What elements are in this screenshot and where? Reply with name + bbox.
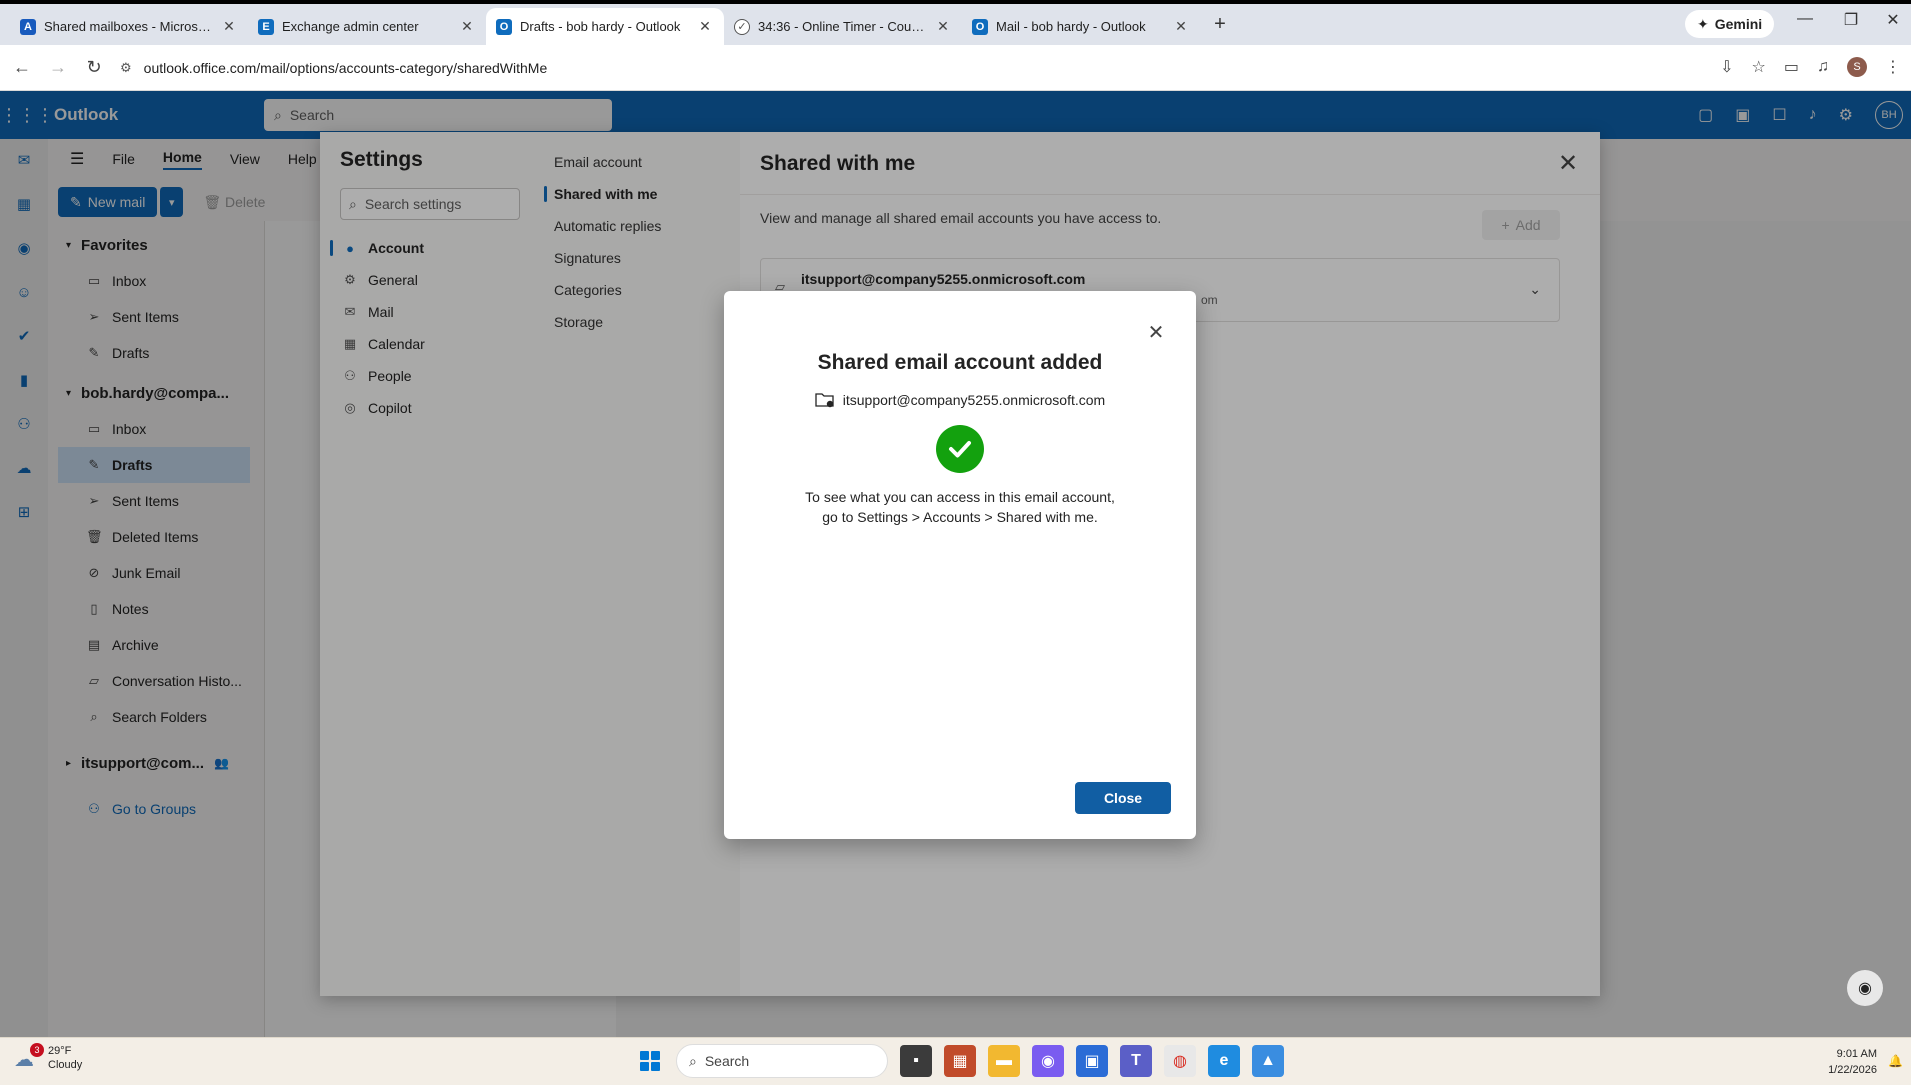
- outlook-icon: O: [496, 18, 512, 35]
- reload-icon[interactable]: ↻: [76, 57, 112, 78]
- windows-start-icon[interactable]: [636, 1047, 664, 1075]
- taskbar-search-label: Search: [704, 1053, 750, 1069]
- copilot-taskbar-icon[interactable]: ◉: [1032, 1045, 1064, 1077]
- url-text: outlook.office.com/mail/options/accounts…: [143, 59, 548, 76]
- search-icon: ⌕: [689, 1052, 697, 1069]
- tab-close-icon[interactable]: ✕: [696, 18, 714, 35]
- close-button[interactable]: Close: [1075, 782, 1171, 814]
- notification-icon[interactable]: 🔔: [1888, 1054, 1903, 1068]
- ms-admin-icon: A: [20, 18, 36, 35]
- new-tab-button[interactable]: +: [1206, 11, 1234, 39]
- close-window-icon[interactable]: ✕: [1878, 10, 1908, 30]
- gemini-icon: ✦: [1697, 15, 1709, 32]
- restore-icon[interactable]: ❐: [1836, 10, 1866, 30]
- profile-avatar[interactable]: S: [1847, 57, 1867, 77]
- browser-tab[interactable]: A Shared mailboxes - Microsoft 365 ✕: [10, 8, 248, 46]
- bookmark-star-icon[interactable]: ☆: [1752, 57, 1766, 77]
- weather-temp: 29°F: [48, 1045, 72, 1057]
- browser-tab-active[interactable]: O Drafts - bob hardy - Outlook ✕: [486, 7, 724, 46]
- side-panel-icon[interactable]: ▭: [1784, 57, 1799, 77]
- clock-time: 9:01 AM: [1836, 1048, 1877, 1060]
- browser-menu-icon[interactable]: ⋮: [1885, 57, 1901, 77]
- dialog-message: To see what you can access in this email…: [805, 489, 1115, 525]
- dialog-close-icon[interactable]: ✕: [1144, 321, 1168, 345]
- taskbar-clock[interactable]: 9:01 AM 1/22/2026: [1828, 1046, 1877, 1078]
- tab-label: 34:36 - Online Timer - Countdown: [758, 19, 926, 34]
- browser-tab[interactable]: O Mail - bob hardy - Outlook ✕: [962, 8, 1200, 46]
- dialog-account-address: itsupport@company5255.onmicrosoft.com: [842, 392, 1106, 408]
- tab-label: Shared mailboxes - Microsoft 365: [44, 19, 212, 34]
- address-bar-row: ← → ↻ ⚙ outlook.office.com/mail/options/…: [0, 45, 1911, 91]
- exchange-icon: E: [258, 18, 274, 35]
- dialog-title: Shared email account added: [817, 351, 1103, 374]
- taskbar-search[interactable]: ⌕ Search: [676, 1044, 888, 1078]
- browser-tab[interactable]: E Exchange admin center ✕: [248, 8, 486, 46]
- app-icon[interactable]: ▦: [944, 1045, 976, 1077]
- windows-taskbar: ☁ 3 29°F Cloudy ⌕ Search ▪ ▦ ▬ ◉ ▣ T ◍ e…: [0, 1037, 1911, 1085]
- success-check-icon: [936, 425, 984, 473]
- notification-badge: 3: [30, 1043, 44, 1057]
- cloud-icon: ☁ 3: [14, 1043, 44, 1071]
- install-icon[interactable]: ⇩: [1720, 57, 1733, 77]
- outlook-icon: O: [972, 18, 988, 35]
- tab-label: Mail - bob hardy - Outlook: [996, 19, 1146, 34]
- forward-icon[interactable]: →: [40, 57, 76, 78]
- tab-label: Drafts - bob hardy - Outlook: [520, 19, 681, 34]
- shared-folder-icon: [815, 393, 834, 408]
- browser-tab-strip: A Shared mailboxes - Microsoft 365 ✕ E E…: [0, 0, 1911, 46]
- edge-icon[interactable]: e: [1208, 1045, 1240, 1077]
- tab-close-icon[interactable]: ✕: [934, 18, 952, 35]
- chrome-icon[interactable]: ◍: [1164, 1045, 1196, 1077]
- tab-close-icon[interactable]: ✕: [220, 18, 238, 35]
- tab-close-icon[interactable]: ✕: [458, 18, 476, 35]
- minimize-icon[interactable]: —: [1790, 10, 1820, 28]
- browser-tab[interactable]: ✓ 34:36 - Online Timer - Countdown ✕: [724, 8, 962, 46]
- photos-icon[interactable]: ▲: [1252, 1045, 1284, 1077]
- file-explorer-icon[interactable]: ▬: [988, 1045, 1020, 1077]
- shared-account-added-dialog: ✕ Shared email account added itsupport@c…: [724, 291, 1196, 839]
- task-view-icon[interactable]: ▪: [900, 1045, 932, 1077]
- gemini-label: Gemini: [1714, 16, 1763, 32]
- media-icon[interactable]: ♫: [1817, 58, 1829, 76]
- dialog-account-row: itsupport@company5255.onmicrosoft.com: [724, 391, 1196, 409]
- url-field[interactable]: ⚙ outlook.office.com/mail/options/accoun…: [120, 60, 547, 76]
- weather-desc: Cloudy: [48, 1059, 83, 1071]
- copilot-fab-icon[interactable]: ◉: [1847, 970, 1883, 1006]
- tab-label: Exchange admin center: [282, 19, 419, 34]
- store-icon[interactable]: ▣: [1076, 1045, 1108, 1077]
- tab-close-icon[interactable]: ✕: [1172, 18, 1190, 35]
- site-info-icon[interactable]: ⚙: [120, 60, 132, 76]
- teams-icon[interactable]: T: [1120, 1045, 1152, 1077]
- back-icon[interactable]: ←: [4, 57, 40, 78]
- gemini-button[interactable]: ✦ Gemini: [1685, 10, 1775, 38]
- timer-icon: ✓: [734, 18, 750, 35]
- weather-widget[interactable]: ☁ 3 29°F Cloudy: [14, 1043, 83, 1072]
- clock-date: 1/22/2026: [1828, 1064, 1877, 1076]
